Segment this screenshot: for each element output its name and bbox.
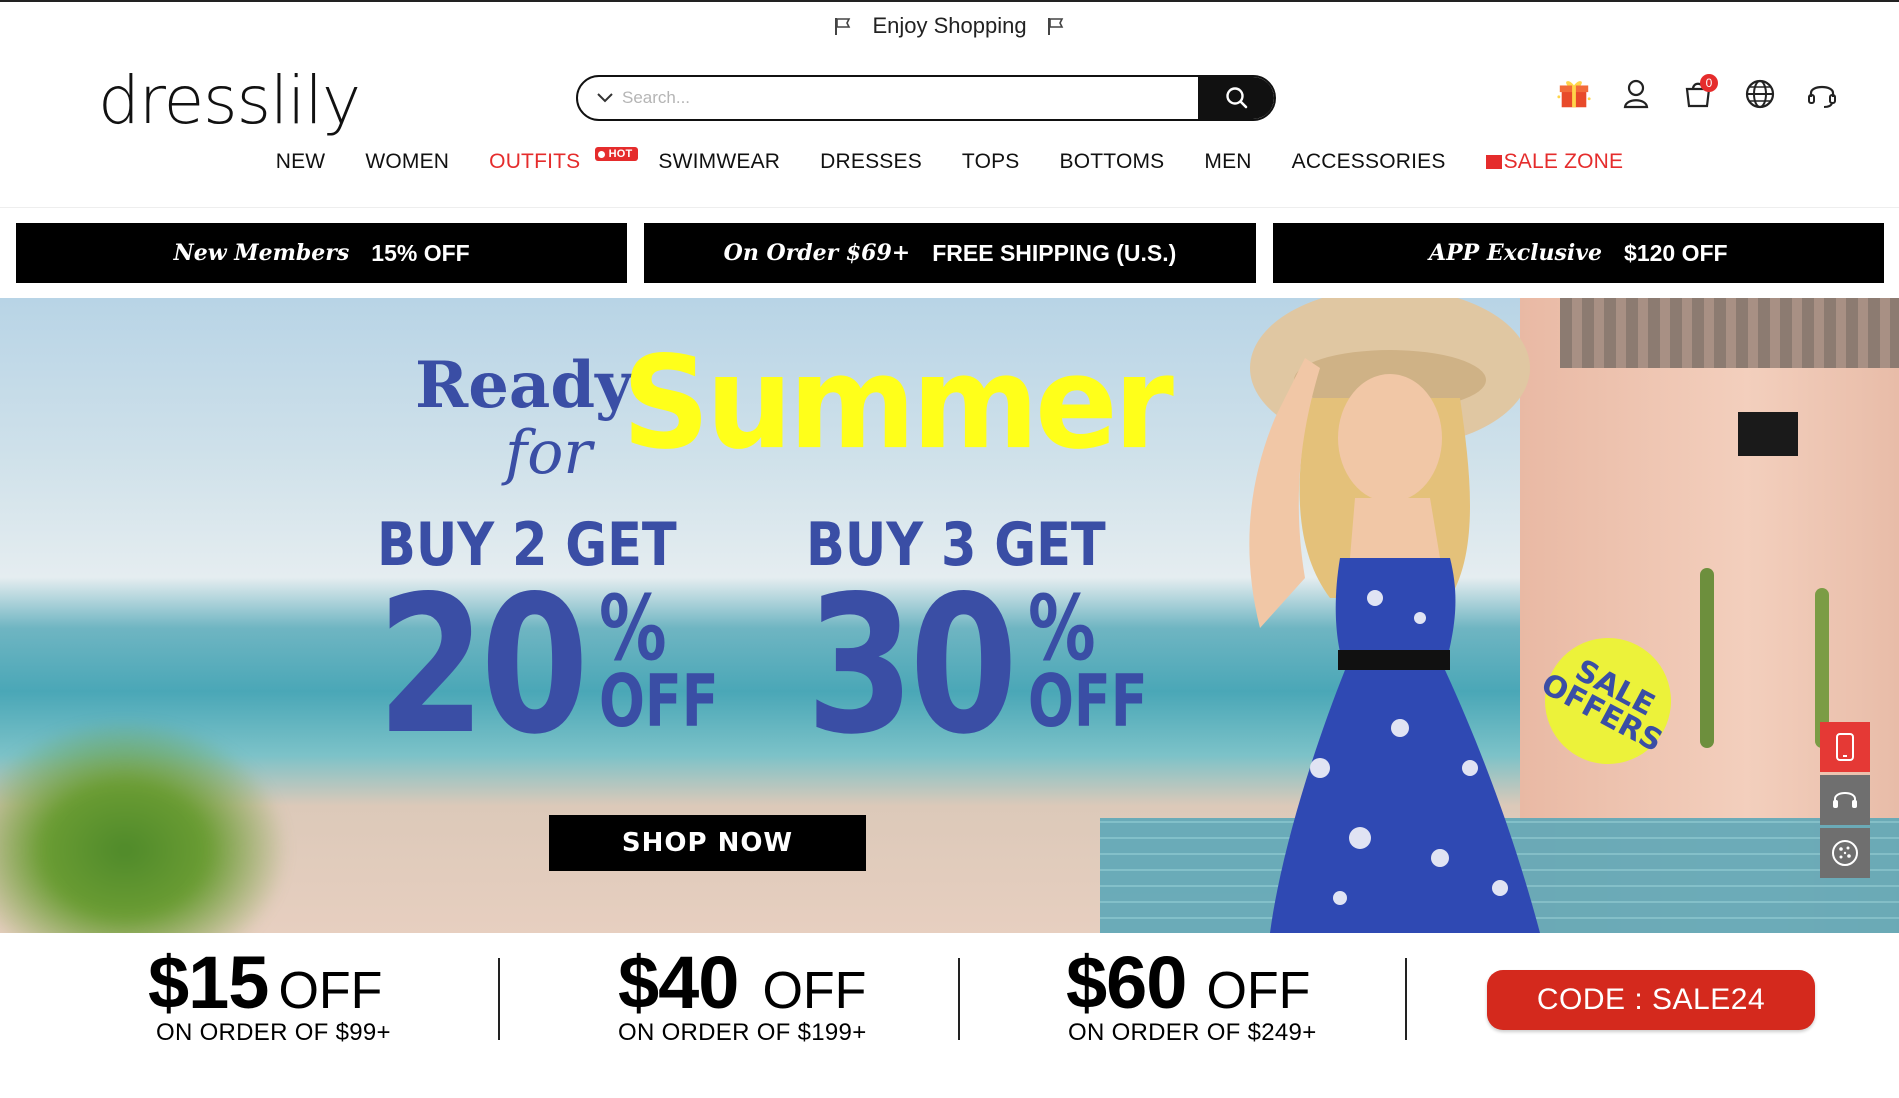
nav-item-new[interactable]: NEW [256,146,346,182]
promo-value: FREE SHIPPING (U.S.) [932,239,1177,266]
floating-toolbar [1820,722,1870,878]
coupon-row: $15 OFF ON ORDER OF $99+ $40 OFF ON ORDER … [0,940,1899,1070]
cookie-settings-button[interactable] [1820,828,1870,878]
gift-icon [1485,155,1502,169]
coupon-condition: ON ORDER OF $199+ [618,1019,867,1046]
coupon-amount: $40 [618,941,739,1024]
promo-free-shipping[interactable]: On Order $69+ FREE SHIPPING (U.S.) [644,223,1256,283]
hero-ready-text: Ready [415,348,633,423]
nav-item-men[interactable]: MEN [1184,146,1271,182]
promo-new-members[interactable]: New Members 15% OFF [16,223,628,283]
promo-label: On Order $69+ [723,240,911,266]
coupon-off: OFF [1206,962,1311,1020]
promo-value: $120 OFF [1624,239,1728,266]
background-roof [1560,298,1899,368]
hero-deal-buy3: BUY 3 GET 30 % OFF [806,510,1166,776]
deal-off-label: OFF [599,659,720,743]
nav-item-label: SALE ZONE [1503,150,1624,173]
divider [498,958,500,1040]
coupon-off: OFF [762,962,867,1020]
nav-item-dresses[interactable]: DRESSES [800,146,942,182]
hero-summer-text: Summer [622,328,1174,478]
headset-icon [1833,792,1857,808]
support-button[interactable] [1820,775,1870,825]
hero-deal-buy2: BUY 2 GET 20 % OFF [377,510,737,776]
divider [958,958,960,1040]
cart-count-badge: 0 [1700,74,1718,92]
coupon-amount: $15 [148,941,269,1024]
nav-item-swimwear[interactable]: SWIMWEAR [638,146,800,182]
deal-off-label: OFF [1028,659,1149,743]
announcement-text: Enjoy Shopping [872,13,1027,38]
background-leaf [0,718,290,933]
flag-icon [834,16,852,36]
coupon-condition: ON ORDER OF $99+ [156,1019,391,1046]
flag-icon [1047,16,1065,36]
phone-icon [1836,733,1854,761]
model-image [1249,298,1540,933]
deal-percent: 30 [806,555,1018,776]
deal-percent-sign: % [599,576,668,681]
main-nav: NEW WOMEN OUTFITS HOT SWIMWEAR DRESSES T… [0,146,1899,182]
divider [1405,958,1407,1040]
nav-item-sale-zone[interactable]: SALE ZONE [1466,146,1644,182]
search-button[interactable] [1198,77,1274,119]
hero-for-text: for [505,418,593,488]
nav-item-outfits[interactable]: OUTFITS HOT [469,146,639,182]
promo-app-exclusive[interactable]: APP Exclusive $120 OFF [1272,223,1884,283]
nav-item-accessories[interactable]: ACCESSORIES [1272,146,1466,182]
promo-label: APP Exclusive [1429,240,1603,266]
divider [0,207,1899,208]
coupon-40[interactable]: $40 OFF ON ORDER OF $199+ [618,940,867,1047]
deal-percent-sign: % [1028,576,1097,681]
deal-off-block: % OFF [599,576,720,743]
promo-code-button[interactable]: CODE : SALE24 [1487,970,1815,1030]
search-input[interactable] [622,77,1198,119]
cookie-icon [1832,840,1858,866]
search-bar [576,75,1276,121]
coupon-off: OFF [278,962,383,1020]
nav-item-women[interactable]: WOMEN [345,146,469,182]
header-icons: 0 [1556,74,1840,112]
mobile-app-button[interactable] [1820,722,1870,772]
background-window [1738,412,1798,456]
site-logo[interactable]: dresslily [98,62,361,139]
deal-percent: 20 [377,555,589,776]
coupon-condition: ON ORDER OF $249+ [1068,1019,1317,1046]
shop-now-button[interactable]: SHOP NOW [549,815,866,871]
promo-value: 15% OFF [371,239,470,266]
promo-strip: New Members 15% OFF On Order $69+ FREE S… [16,223,1884,283]
deal-off-block: % OFF [1028,576,1149,743]
account-icon[interactable] [1618,76,1654,112]
nav-item-label: OUTFITS [489,150,581,173]
search-icon [1226,87,1248,109]
hero-banner[interactable]: Ready for Summer BUY 2 GET 20 % OFF BUY … [0,298,1899,933]
nav-item-bottoms[interactable]: BOTTOMS [1040,146,1185,182]
coupon-15[interactable]: $15 OFF ON ORDER OF $99+ [148,940,391,1047]
background-cactus [1700,568,1714,748]
chevron-down-icon[interactable] [578,77,622,119]
headset-icon[interactable] [1804,76,1840,112]
gift-icon[interactable] [1556,76,1592,112]
coupon-amount: $60 [1066,941,1187,1024]
globe-icon[interactable] [1742,76,1778,112]
nav-item-tops[interactable]: TOPS [942,146,1040,182]
coupon-60[interactable]: $60 OFF ON ORDER OF $249+ [1066,940,1317,1047]
hot-badge: HOT [594,147,639,161]
promo-label: New Members [173,240,350,266]
cart-button[interactable]: 0 [1680,74,1718,112]
announcement-bar: Enjoy Shopping [0,2,1899,50]
